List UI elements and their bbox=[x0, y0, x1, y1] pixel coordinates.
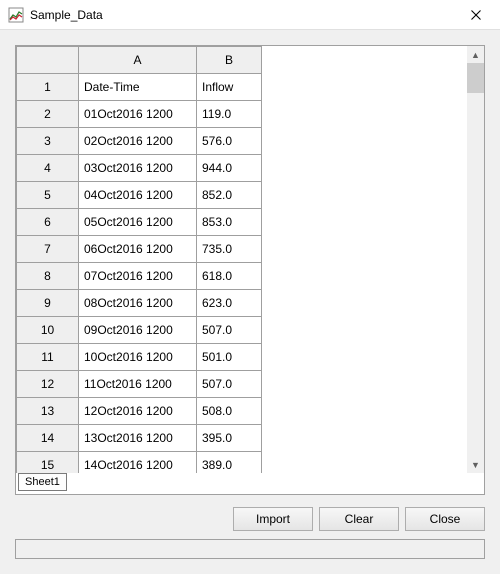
clear-button[interactable]: Clear bbox=[319, 507, 399, 531]
cell-a[interactable]: 11Oct2016 1200 bbox=[79, 371, 197, 398]
titlebar: Sample_Data bbox=[0, 0, 500, 30]
table-row: 1110Oct2016 1200501.0 bbox=[17, 344, 262, 371]
cell-a[interactable]: 08Oct2016 1200 bbox=[79, 290, 197, 317]
cell-b[interactable]: 735.0 bbox=[197, 236, 262, 263]
cell-b[interactable]: 852.0 bbox=[197, 182, 262, 209]
import-button[interactable]: Import bbox=[233, 507, 313, 531]
cell-a[interactable]: 04Oct2016 1200 bbox=[79, 182, 197, 209]
cell-a[interactable]: 14Oct2016 1200 bbox=[79, 452, 197, 474]
row-header[interactable]: 13 bbox=[17, 398, 79, 425]
cell-a[interactable]: 03Oct2016 1200 bbox=[79, 155, 197, 182]
cell-b[interactable]: Inflow bbox=[197, 74, 262, 101]
table-row: 1514Oct2016 1200389.0 bbox=[17, 452, 262, 474]
cell-a[interactable]: 07Oct2016 1200 bbox=[79, 263, 197, 290]
row-header[interactable]: 10 bbox=[17, 317, 79, 344]
cell-a[interactable]: 05Oct2016 1200 bbox=[79, 209, 197, 236]
cell-a[interactable]: 13Oct2016 1200 bbox=[79, 425, 197, 452]
cell-b[interactable]: 623.0 bbox=[197, 290, 262, 317]
cell-b[interactable]: 501.0 bbox=[197, 344, 262, 371]
vertical-scrollbar[interactable]: ▲ ▼ bbox=[467, 46, 484, 473]
cell-b[interactable]: 576.0 bbox=[197, 128, 262, 155]
table-container[interactable]: A B 1Date-TimeInflow201Oct2016 1200119.0… bbox=[16, 46, 467, 473]
row-header[interactable]: 14 bbox=[17, 425, 79, 452]
table-row: 504Oct2016 1200852.0 bbox=[17, 182, 262, 209]
app-icon bbox=[8, 7, 24, 23]
sheet-tab-sheet1[interactable]: Sheet1 bbox=[18, 473, 67, 491]
row-header[interactable]: 4 bbox=[17, 155, 79, 182]
cell-a[interactable]: 02Oct2016 1200 bbox=[79, 128, 197, 155]
row-header[interactable]: 5 bbox=[17, 182, 79, 209]
close-button[interactable]: Close bbox=[405, 507, 485, 531]
cell-b[interactable]: 508.0 bbox=[197, 398, 262, 425]
cell-b[interactable]: 507.0 bbox=[197, 371, 262, 398]
table-row: 1312Oct2016 1200508.0 bbox=[17, 398, 262, 425]
table-row: 807Oct2016 1200618.0 bbox=[17, 263, 262, 290]
column-header-b[interactable]: B bbox=[197, 47, 262, 74]
corner-cell[interactable] bbox=[17, 47, 79, 74]
cell-a[interactable]: 06Oct2016 1200 bbox=[79, 236, 197, 263]
cell-a[interactable]: 12Oct2016 1200 bbox=[79, 398, 197, 425]
cell-b[interactable]: 507.0 bbox=[197, 317, 262, 344]
column-header-a[interactable]: A bbox=[79, 47, 197, 74]
close-icon bbox=[471, 10, 481, 20]
cell-a[interactable]: 10Oct2016 1200 bbox=[79, 344, 197, 371]
row-header[interactable]: 2 bbox=[17, 101, 79, 128]
table-panel: A B 1Date-TimeInflow201Oct2016 1200119.0… bbox=[15, 45, 485, 495]
cell-b[interactable]: 119.0 bbox=[197, 101, 262, 128]
table-row: 403Oct2016 1200944.0 bbox=[17, 155, 262, 182]
row-header[interactable]: 7 bbox=[17, 236, 79, 263]
row-header[interactable]: 11 bbox=[17, 344, 79, 371]
cell-a[interactable]: Date-Time bbox=[79, 74, 197, 101]
cell-b[interactable]: 618.0 bbox=[197, 263, 262, 290]
cell-a[interactable]: 09Oct2016 1200 bbox=[79, 317, 197, 344]
cell-b[interactable]: 395.0 bbox=[197, 425, 262, 452]
row-header[interactable]: 12 bbox=[17, 371, 79, 398]
cell-b[interactable]: 944.0 bbox=[197, 155, 262, 182]
table-row: 1413Oct2016 1200395.0 bbox=[17, 425, 262, 452]
cell-a[interactable]: 01Oct2016 1200 bbox=[79, 101, 197, 128]
window-title: Sample_Data bbox=[30, 8, 453, 22]
window-close-button[interactable] bbox=[453, 0, 498, 30]
sheet-tabs: Sheet1 bbox=[16, 473, 484, 493]
row-header[interactable]: 1 bbox=[17, 74, 79, 101]
row-header[interactable]: 6 bbox=[17, 209, 79, 236]
row-header[interactable]: 9 bbox=[17, 290, 79, 317]
table-row: 1Date-TimeInflow bbox=[17, 74, 262, 101]
table-row: 1211Oct2016 1200507.0 bbox=[17, 371, 262, 398]
row-header[interactable]: 8 bbox=[17, 263, 79, 290]
table-row: 605Oct2016 1200853.0 bbox=[17, 209, 262, 236]
content-area: A B 1Date-TimeInflow201Oct2016 1200119.0… bbox=[0, 30, 500, 574]
scroll-up-button[interactable]: ▲ bbox=[467, 46, 484, 63]
table-scroll-wrap: A B 1Date-TimeInflow201Oct2016 1200119.0… bbox=[16, 46, 484, 473]
statusbar bbox=[15, 539, 485, 559]
row-header[interactable]: 15 bbox=[17, 452, 79, 474]
row-header[interactable]: 3 bbox=[17, 128, 79, 155]
table-row: 1009Oct2016 1200507.0 bbox=[17, 317, 262, 344]
cell-b[interactable]: 389.0 bbox=[197, 452, 262, 474]
scroll-down-button[interactable]: ▼ bbox=[467, 456, 484, 473]
cell-b[interactable]: 853.0 bbox=[197, 209, 262, 236]
table-row: 302Oct2016 1200576.0 bbox=[17, 128, 262, 155]
table-row: 908Oct2016 1200623.0 bbox=[17, 290, 262, 317]
table-row: 201Oct2016 1200119.0 bbox=[17, 101, 262, 128]
table-row: 706Oct2016 1200735.0 bbox=[17, 236, 262, 263]
scroll-thumb[interactable] bbox=[467, 63, 484, 93]
button-row: Import Clear Close bbox=[15, 507, 485, 531]
data-grid: A B 1Date-TimeInflow201Oct2016 1200119.0… bbox=[16, 46, 262, 473]
